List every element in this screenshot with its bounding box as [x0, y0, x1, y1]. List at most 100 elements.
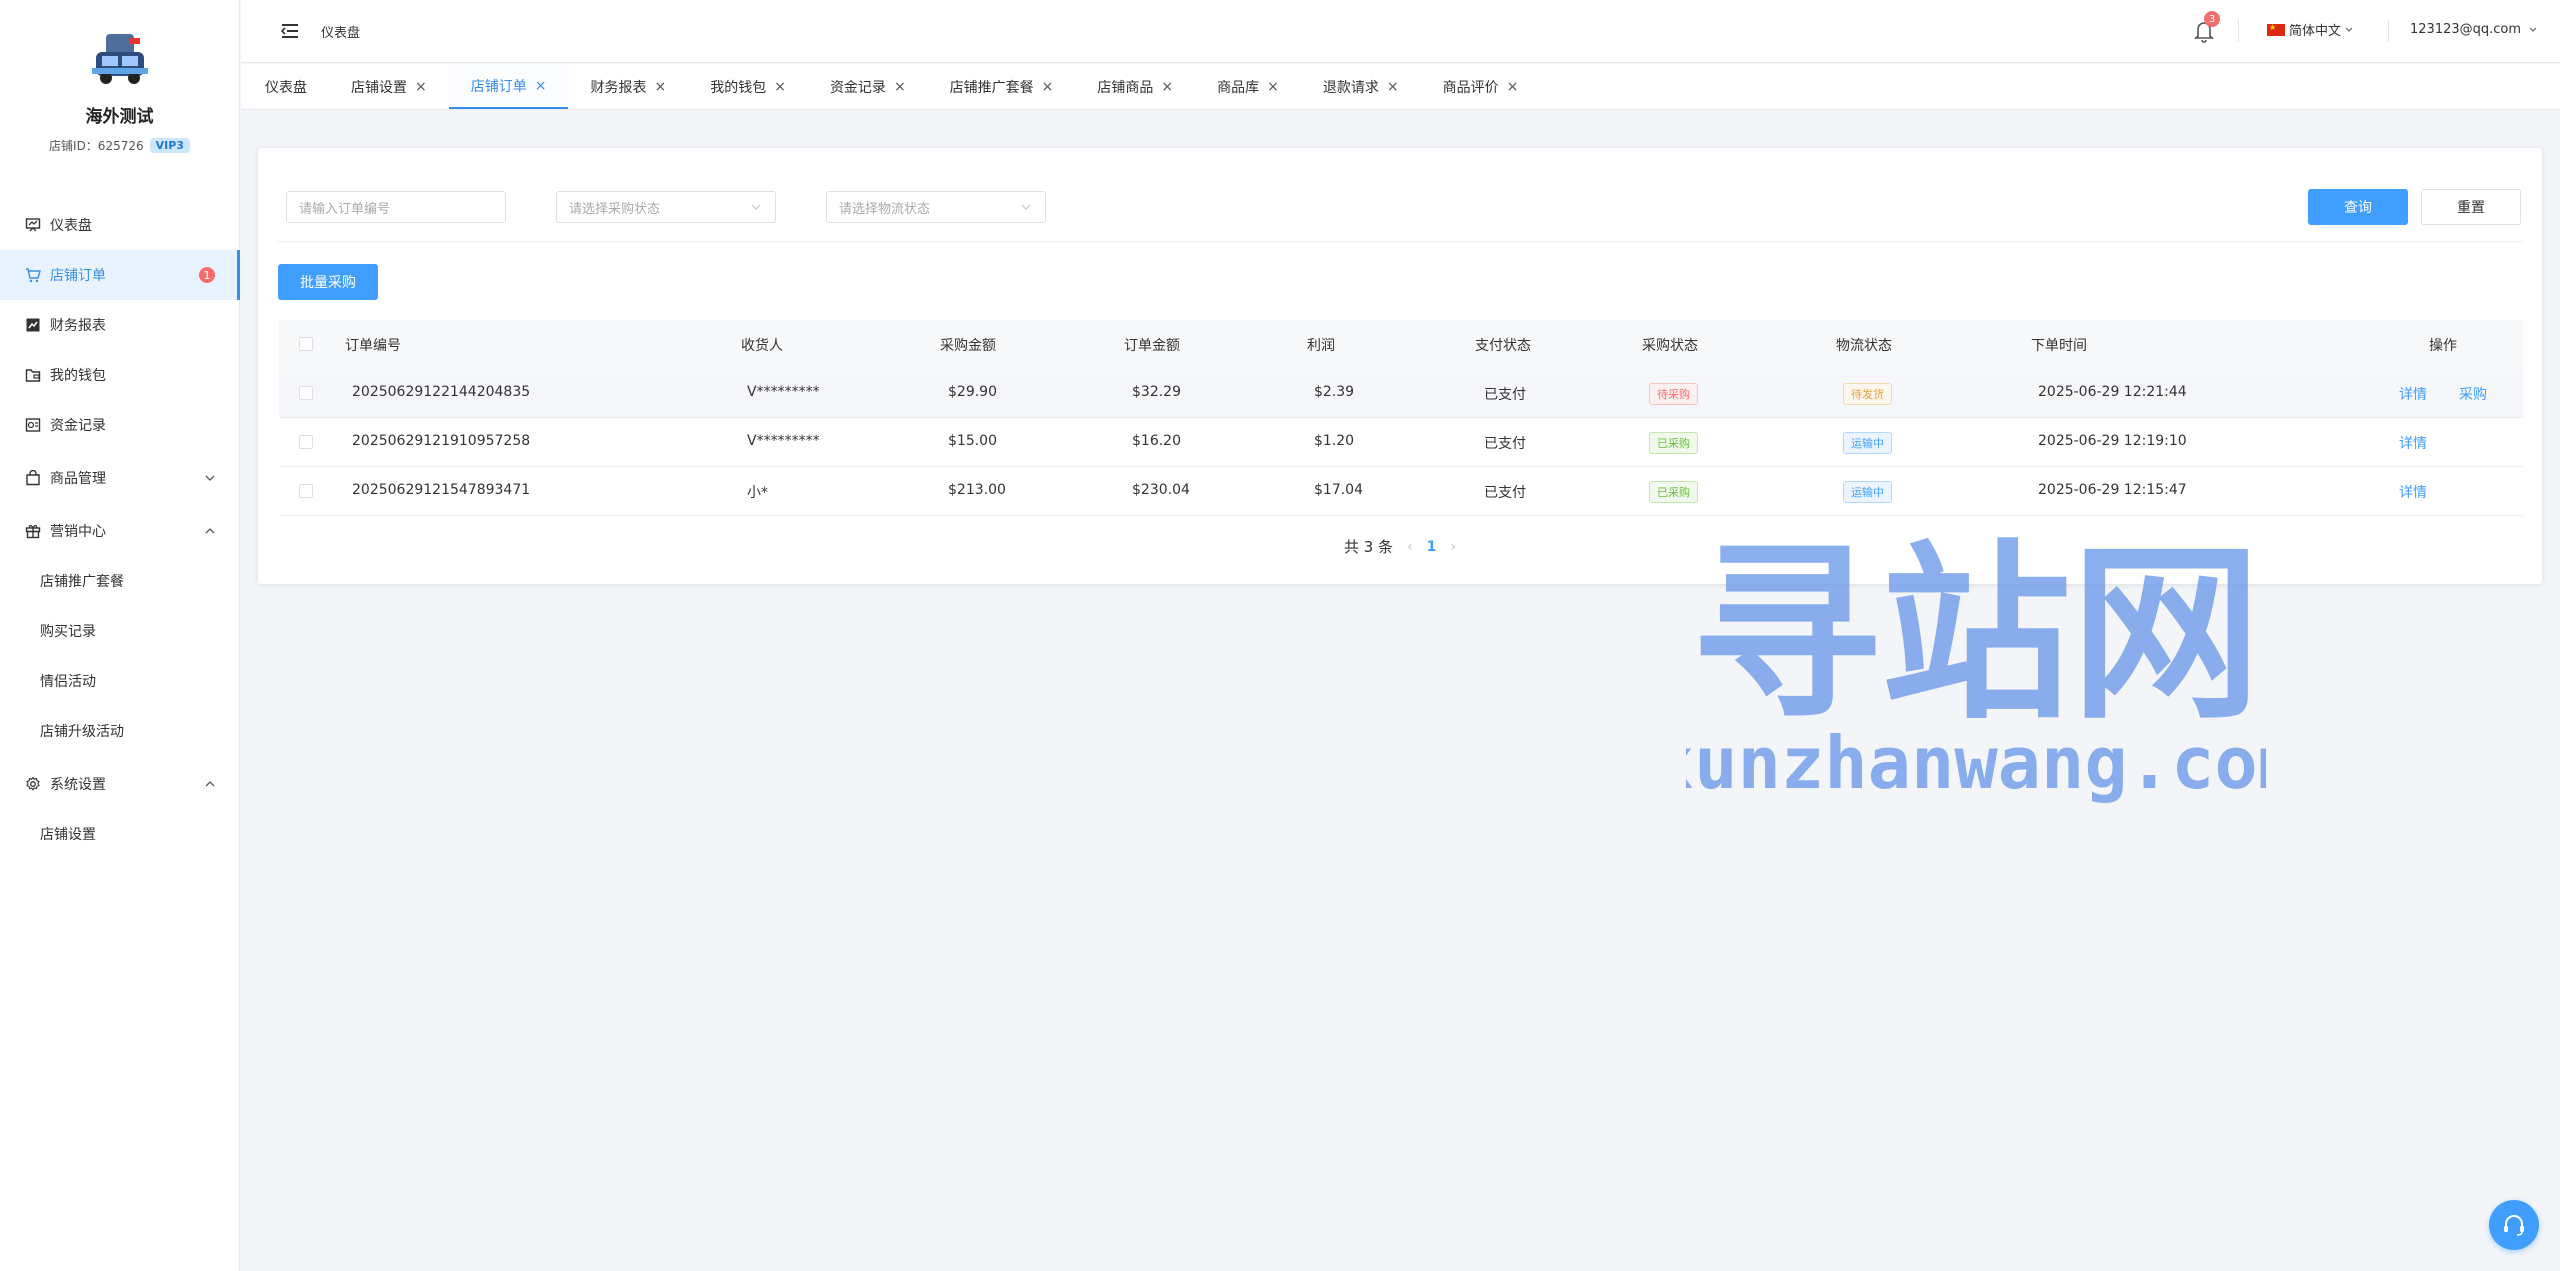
gear-icon: [24, 775, 42, 793]
tab-product-reviews[interactable]: 商品评价 ×: [1421, 64, 1541, 109]
column-header: 采购金额: [940, 338, 996, 354]
shop-id-row: 店铺ID：625726 VIP3: [49, 137, 190, 154]
chevron-up-icon: [202, 523, 218, 539]
tab-label: 财务报表: [590, 79, 647, 96]
sidebar-item-system-settings[interactable]: 系统设置: [0, 759, 240, 809]
tab-store-settings[interactable]: 店铺设置 ×: [329, 64, 449, 109]
order-number-input[interactable]: 请输入订单编号: [286, 191, 506, 223]
chevron-down-icon: [1021, 204, 1031, 210]
close-icon[interactable]: ×: [894, 79, 906, 95]
chevron-up-icon: [202, 776, 218, 792]
filter-bar: 请输入订单编号 请选择采购状态 请选择物流状态 查询 重置: [276, 166, 2524, 242]
reset-button[interactable]: 重置: [2421, 189, 2521, 225]
customer-support-button[interactable]: [2489, 1200, 2539, 1250]
close-icon[interactable]: ×: [535, 78, 547, 94]
sidebar-item-dashboard[interactable]: 仪表盘: [0, 200, 240, 250]
detail-link[interactable]: 详情: [2399, 384, 2427, 404]
china-flag-icon: [2267, 23, 2285, 36]
close-icon[interactable]: ×: [1161, 79, 1173, 95]
column-header: 采购状态: [1642, 338, 1698, 354]
row-checkbox[interactable]: [299, 484, 313, 498]
close-icon[interactable]: ×: [1507, 79, 1519, 95]
close-icon[interactable]: ×: [415, 79, 427, 95]
vip-badge: VIP3: [149, 138, 190, 153]
query-button[interactable]: 查询: [2308, 189, 2408, 225]
sidebar-sub-store-settings[interactable]: 店铺设置: [0, 809, 240, 859]
tab-fund-records[interactable]: 资金记录 ×: [808, 64, 928, 109]
sidebar-sub-purchase-records[interactable]: 购买记录: [0, 606, 240, 656]
headset-icon: [2504, 1215, 2524, 1236]
tab-label: 资金记录: [829, 79, 886, 96]
chart-icon: [24, 316, 42, 334]
profit: $1.20: [1314, 433, 1355, 449]
purchase-link[interactable]: 采购: [2459, 384, 2487, 404]
tab-store-products[interactable]: 店铺商品 ×: [1075, 64, 1195, 109]
prev-page-icon[interactable]: ‹: [1407, 539, 1413, 555]
purchase-amount: $213.00: [948, 482, 1006, 498]
wallet-icon: [24, 366, 42, 384]
tab-dashboard[interactable]: 仪表盘: [243, 64, 329, 109]
batch-purchase-button[interactable]: 批量采购: [278, 264, 378, 300]
purchase-amount: $29.90: [948, 384, 997, 400]
gift-icon: [24, 522, 42, 540]
close-icon[interactable]: ×: [654, 79, 666, 95]
sidebar-item-label: 财务报表: [50, 318, 106, 334]
sidebar-item-marketing-center[interactable]: 营销中心: [0, 506, 240, 556]
watermark-title: 寻站网: [1691, 524, 2261, 745]
menu-toggle-icon[interactable]: [279, 20, 301, 42]
page-number[interactable]: 1: [1427, 539, 1437, 555]
profit: $2.39: [1314, 384, 1355, 400]
orders-table: 订单编号 收货人 采购金额 订单金额 利润 支付状态 采购状态 物流状态 下单时…: [279, 320, 2523, 516]
sidebar-item-finance-report[interactable]: 财务报表: [0, 300, 240, 350]
watermark-url: xunzhanwang.com: [1686, 721, 2266, 805]
next-page-icon[interactable]: ›: [1450, 539, 1456, 555]
logistics-status-badge: 运输中: [1843, 432, 1892, 454]
shop-logo: [88, 32, 152, 90]
tab-refund-requests[interactable]: 退款请求 ×: [1301, 64, 1421, 109]
sidebar-item-label: 资金记录: [50, 418, 106, 434]
close-icon[interactable]: ×: [1267, 79, 1279, 95]
receiver: V*********: [747, 433, 820, 449]
sidebar-sub-promo-package[interactable]: 店铺推广套餐: [0, 556, 240, 606]
tab-label: 店铺商品: [1097, 79, 1154, 96]
table-row: 20250629121547893471 小* $213.00 $230.04 …: [279, 467, 2523, 516]
language-switcher[interactable]: 简体中文: [2267, 20, 2355, 39]
user-email: 123123@qq.com: [2410, 22, 2522, 37]
sidebar-sub-couple-activity[interactable]: 情侣活动: [0, 656, 240, 706]
sidebar-item-label: 营销中心: [50, 524, 106, 540]
chevron-down-icon: [2345, 27, 2353, 32]
select-all-checkbox[interactable]: [299, 337, 313, 351]
close-icon[interactable]: ×: [1042, 79, 1054, 95]
tab-store-orders[interactable]: 店铺订单 ×: [448, 64, 569, 109]
tab-label: 店铺推广套餐: [949, 79, 1034, 96]
tab-product-library[interactable]: 商品库 ×: [1195, 64, 1301, 109]
sidebar-sub-store-upgrade[interactable]: 店铺升级活动: [0, 706, 240, 756]
detail-link[interactable]: 详情: [2399, 433, 2427, 453]
breadcrumb[interactable]: 仪表盘: [321, 22, 360, 41]
user-menu[interactable]: 123123@qq.com: [2410, 22, 2539, 37]
detail-link[interactable]: 详情: [2399, 482, 2427, 502]
logistics-status-select[interactable]: 请选择物流状态: [826, 191, 1046, 223]
row-checkbox[interactable]: [299, 435, 313, 449]
sidebar-item-product-management[interactable]: 商品管理: [0, 453, 240, 503]
tab-label: 商品库: [1217, 79, 1260, 96]
close-icon[interactable]: ×: [1387, 79, 1399, 95]
tab-finance-report[interactable]: 财务报表 ×: [568, 64, 688, 109]
purchase-status-badge: 已采购: [1649, 481, 1698, 503]
pay-status: 已支付: [1484, 387, 1526, 403]
purchase-status-select[interactable]: 请选择采购状态: [556, 191, 776, 223]
sidebar-item-wallet[interactable]: 我的钱包: [0, 350, 240, 400]
column-header: 订单编号: [345, 338, 401, 354]
row-checkbox[interactable]: [299, 386, 313, 400]
tab-label: 仪表盘: [265, 79, 307, 96]
logistics-status-badge: 待发货: [1843, 383, 1892, 405]
tab-promo-package[interactable]: 店铺推广套餐 ×: [928, 64, 1076, 109]
top-header: 仪表盘 3 简体中文 123123@qq.com: [241, 0, 2560, 63]
profit: $17.04: [1314, 482, 1363, 498]
sidebar-item-fund-records[interactable]: 资金记录: [0, 400, 240, 450]
close-icon[interactable]: ×: [774, 79, 786, 95]
chevron-down-icon: [751, 204, 761, 210]
tab-wallet[interactable]: 我的钱包 ×: [688, 64, 808, 109]
sidebar-nav: 仪表盘 店铺订单 1 财务报表 我的钱包 资金记录 商品管理 营销中心 店铺推广…: [0, 200, 240, 859]
sidebar-item-store-orders[interactable]: 店铺订单 1: [0, 250, 240, 300]
